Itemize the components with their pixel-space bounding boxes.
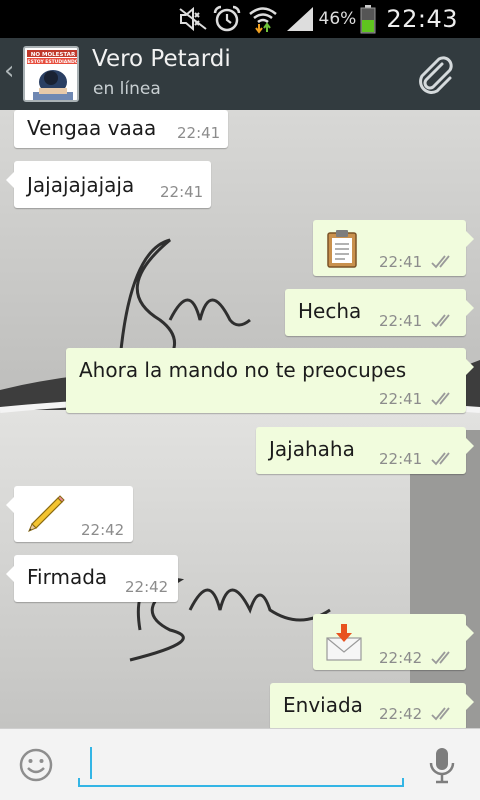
alarm-icon bbox=[213, 5, 240, 32]
message-bubble-outgoing[interactable]: Jajahaha 22:41 bbox=[256, 427, 474, 474]
message-bubble-incoming[interactable]: 22:42 bbox=[6, 486, 133, 542]
bubble-tail bbox=[465, 358, 474, 376]
message-time: 22:41 bbox=[160, 183, 204, 201]
bubble-tail bbox=[6, 565, 15, 583]
message-text: Hecha bbox=[298, 299, 362, 323]
back-icon[interactable]: ‹ bbox=[4, 56, 14, 86]
chat-area[interactable]: Vengaa vaaa 22:41 Jajajajajaja 22:41 22:… bbox=[0, 110, 480, 728]
message-bubble-incoming[interactable]: Vengaa vaaa 22:41 bbox=[14, 110, 228, 148]
message-bubble-outgoing[interactable]: 22:41 bbox=[313, 220, 474, 276]
bubble-tail bbox=[465, 437, 474, 455]
message-bubble-outgoing[interactable]: Hecha 22:41 bbox=[285, 289, 474, 336]
input-underline bbox=[78, 785, 404, 787]
message-text: Firmada bbox=[27, 565, 108, 589]
message-time: 22:42 bbox=[81, 521, 125, 539]
message-text: Ahora la mando no te preocupes bbox=[79, 358, 407, 382]
status-icons: 46% 22:43 bbox=[177, 0, 480, 38]
contact-status: en línea bbox=[93, 79, 161, 99]
read-ticks-icon bbox=[431, 707, 450, 721]
message-time: 22:41 bbox=[379, 450, 423, 468]
message-time: 22:41 bbox=[379, 253, 423, 271]
signal-icon bbox=[286, 7, 313, 31]
message-time: 22:42 bbox=[379, 705, 423, 723]
read-ticks-icon bbox=[431, 314, 450, 328]
message-time: 22:42 bbox=[125, 578, 169, 596]
pencil-icon[interactable] bbox=[26, 494, 66, 534]
bubble-tail bbox=[465, 624, 474, 642]
read-ticks-icon bbox=[431, 651, 450, 665]
message-bubble-incoming[interactable]: Jajajajajaja 22:41 bbox=[6, 161, 211, 208]
bubble-tail bbox=[6, 171, 15, 189]
message-text: Vengaa vaaa bbox=[27, 116, 157, 140]
message-time: 22:42 bbox=[379, 649, 423, 667]
input-underline-right bbox=[402, 778, 404, 787]
message-text: Enviada bbox=[283, 693, 363, 717]
smiley-icon[interactable] bbox=[18, 747, 54, 783]
mute-icon bbox=[178, 6, 207, 32]
clock: 22:43 bbox=[386, 5, 458, 33]
read-ticks-icon bbox=[431, 452, 450, 466]
paperclip-icon[interactable] bbox=[412, 52, 460, 96]
avatar-text-1: NO MOLESTAR bbox=[31, 52, 76, 58]
status-bar: 46% 22:43 bbox=[0, 0, 480, 38]
message-time: 22:41 bbox=[177, 124, 221, 142]
bubble-tail bbox=[465, 230, 474, 248]
message-bubble-outgoing[interactable]: 22:42 bbox=[313, 614, 474, 670]
message-bubble-outgoing[interactable]: Enviada 22:42 bbox=[270, 683, 474, 728]
message-text: Jajajajajaja bbox=[27, 173, 135, 197]
avatar-text-2: ESTOY ESTUDIANDO bbox=[27, 59, 78, 65]
bubble-tail bbox=[6, 496, 15, 514]
message-bubble-incoming[interactable]: Firmada 22:42 bbox=[6, 555, 178, 602]
battery-icon bbox=[360, 5, 376, 34]
wifi-icon bbox=[248, 7, 277, 34]
avatar[interactable]: NO MOLESTAR ESTOY ESTUDIANDO bbox=[23, 46, 79, 102]
message-input[interactable] bbox=[76, 741, 404, 787]
message-time: 22:41 bbox=[379, 390, 423, 408]
read-ticks-icon bbox=[431, 392, 450, 406]
microphone-icon[interactable] bbox=[424, 745, 460, 785]
compose-bar bbox=[0, 728, 480, 800]
chat-header: ‹ NO MOLESTAR ESTOY ESTUDIANDO Vero Peta… bbox=[0, 38, 480, 110]
battery-percent: 46% bbox=[318, 9, 357, 29]
bubble-tail bbox=[465, 299, 474, 317]
text-caret bbox=[90, 747, 92, 779]
clipboard-icon[interactable] bbox=[325, 228, 359, 268]
message-text: Jajahaha bbox=[269, 437, 355, 461]
mail-download-icon[interactable] bbox=[325, 622, 363, 662]
message-bubble-outgoing[interactable]: Ahora la mando no te preocupes 22:41 bbox=[66, 348, 474, 413]
bubble-tail bbox=[465, 693, 474, 711]
input-underline-left bbox=[78, 778, 80, 787]
contact-name[interactable]: Vero Petardi bbox=[92, 46, 231, 72]
avatar-image: NO MOLESTAR ESTOY ESTUDIANDO bbox=[25, 48, 78, 100]
message-time: 22:41 bbox=[379, 312, 423, 330]
read-ticks-icon bbox=[431, 255, 450, 269]
